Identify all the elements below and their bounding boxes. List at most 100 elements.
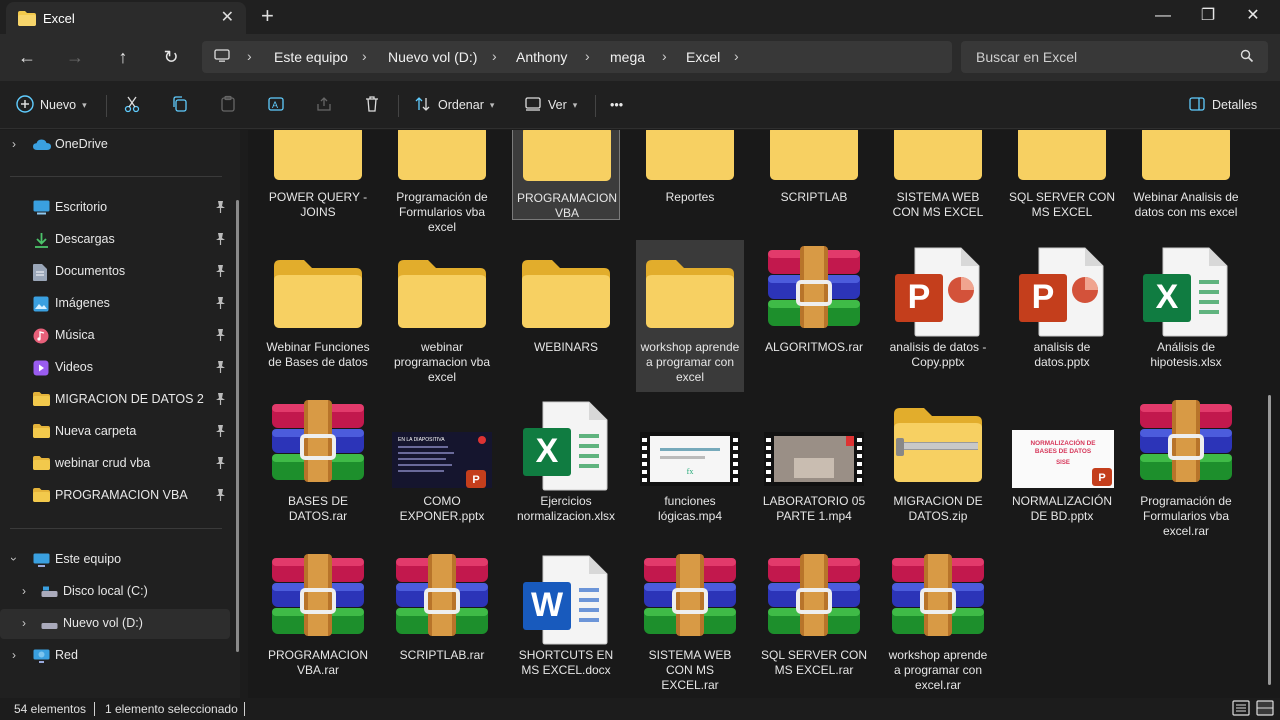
breadcrumb-anthony[interactable]: Anthony <box>516 49 567 65</box>
sidebar-item-este-equipo[interactable]: › Este equipo <box>0 545 230 575</box>
sidebar-item-escritorio[interactable]: Escritorio <box>0 193 230 223</box>
chevron-right-icon[interactable]: › <box>12 648 16 662</box>
file-item[interactable]: SISTEMA WEB CON MS EXCEL <box>884 130 992 220</box>
file-item[interactable]: Webinar Funciones de Bases de datos <box>264 240 372 392</box>
file-name: SHORTCUTS EN MS EXCEL.docx <box>518 648 614 677</box>
file-item[interactable]: BASES DE DATOS.rar <box>264 394 372 546</box>
file-item[interactable]: EN LA DIAPOSITIVA P COMO EXPONER.pptx <box>388 394 496 546</box>
file-item[interactable]: Webinar Analisis de datos con ms excel <box>1132 130 1240 220</box>
new-button[interactable]: Nuevo ▾ <box>16 93 87 117</box>
breadcrumb-separator[interactable]: › <box>734 48 739 64</box>
rename-button[interactable]: A <box>267 93 285 117</box>
up-button[interactable]: ↑ <box>110 44 136 70</box>
file-item[interactable]: Programación de Formularios vba excel <box>388 130 496 234</box>
file-item[interactable]: NORMALIZACIÓN DE BASES DE DATOS SISE P NORM… <box>1008 394 1116 546</box>
chevron-right-icon[interactable]: › <box>22 584 26 598</box>
details-button[interactable]: Detalles <box>1188 93 1257 117</box>
breadcrumb-mega[interactable]: mega <box>610 49 645 65</box>
word-file-icon: W <box>516 554 616 650</box>
sidebar-item-nueva-carpeta[interactable]: Nueva carpeta <box>0 417 230 447</box>
file-item[interactable]: WEBINARS <box>512 240 620 392</box>
sidebar-item-label: Descargas <box>55 232 115 246</box>
file-item[interactable]: X Ejercicios normalizacion.xlsx <box>512 394 620 546</box>
breadcrumb-excel[interactable]: Excel <box>686 49 720 65</box>
file-item[interactable]: ALGORITMOS.rar <box>760 240 868 392</box>
view-button[interactable]: Ver ▾ <box>524 93 577 117</box>
sidebar-item-red[interactable]: › Red <box>0 641 230 671</box>
file-item[interactable]: P analisis de datos - Copy.pptx <box>884 240 992 392</box>
rar-archive-icon <box>764 244 864 340</box>
close-window-button[interactable]: ✕ <box>1230 4 1276 28</box>
delete-button[interactable] <box>363 93 381 117</box>
sidebar-item-onedrive[interactable]: › OneDrive <box>0 130 230 160</box>
close-tab-icon[interactable]: ✕ <box>221 7 234 27</box>
video-icon <box>33 360 49 379</box>
back-button[interactable]: ← <box>14 44 40 70</box>
file-item[interactable]: webinar programacion vba excel <box>388 240 496 392</box>
file-item[interactable]: Programación de Formularios vba excel.ra… <box>1132 394 1240 546</box>
breadcrumb-este-equipo[interactable]: Este equipo <box>274 49 348 65</box>
sort-button[interactable]: Ordenar ▾ <box>414 93 494 117</box>
sidebar-item-música[interactable]: Música <box>0 321 230 351</box>
sidebar-item-migracion-de-datos-2[interactable]: MIGRACION DE DATOS 2 <box>0 385 230 415</box>
new-tab-button[interactable]: + <box>261 4 274 28</box>
chevron-down-icon[interactable]: › <box>7 557 21 561</box>
search-input[interactable]: Buscar en Excel <box>961 41 1268 73</box>
file-item[interactable]: SISTEMA WEB CON MS EXCEL.rar <box>636 548 744 698</box>
sidebar-scrollbar[interactable] <box>236 200 239 652</box>
file-item[interactable]: SCRIPTLAB <box>760 130 868 220</box>
file-name: LABORATORIO 05 PARTE 1.mp4 <box>762 494 866 523</box>
large-icons-view-icon[interactable] <box>1256 700 1274 719</box>
pin-icon <box>215 425 226 440</box>
file-item[interactable]: X Análisis de hipotesis.xlsx <box>1132 240 1240 392</box>
file-item[interactable]: SQL SERVER CON MS EXCEL.rar <box>760 548 868 698</box>
chevron-right-icon[interactable]: › <box>22 616 26 630</box>
sidebar-item-programacion-vba[interactable]: PROGRAMACION VBA <box>0 481 230 511</box>
sidebar-item-videos[interactable]: Videos <box>0 353 230 383</box>
file-view-scrollbar[interactable] <box>1268 395 1271 685</box>
breadcrumb-separator: › <box>247 48 252 64</box>
file-item[interactable]: workshop aprende a programar con excel <box>636 240 744 392</box>
file-item[interactable]: PROGRAMACION VBA.rar <box>264 548 372 698</box>
file-item[interactable]: MIGRACION DE DATOS.zip <box>884 394 992 546</box>
sidebar-item-documentos[interactable]: Documentos <box>0 257 230 287</box>
paste-button[interactable] <box>219 93 237 117</box>
svg-text:X: X <box>536 432 559 470</box>
maximize-button[interactable]: ❐ <box>1185 4 1231 28</box>
breadcrumb-separator: › <box>362 48 367 64</box>
chevron-right-icon[interactable]: › <box>12 137 16 151</box>
details-view-icon[interactable] <box>1232 700 1250 719</box>
file-item[interactable]: P analisis de datos.pptx <box>1008 240 1116 392</box>
address-bar[interactable]: › Este equipo › Nuevo vol (D:) › Anthony… <box>202 41 952 73</box>
pin-icon <box>215 489 226 504</box>
file-item[interactable]: fx funciones lógicas.mp4 <box>636 394 744 546</box>
cut-button[interactable] <box>123 93 141 117</box>
sidebar-item-descargas[interactable]: Descargas <box>0 225 230 255</box>
refresh-button[interactable]: ↻ <box>158 44 184 70</box>
download-icon <box>33 232 50 251</box>
file-item[interactable]: Reportes <box>636 130 744 220</box>
sidebar-item-disco-local[interactable]: › Disco local (C:) <box>0 577 230 607</box>
tab-excel[interactable]: Excel ✕ <box>6 2 246 34</box>
forward-button[interactable]: → <box>62 44 88 70</box>
more-options-button[interactable]: ••• <box>610 93 623 117</box>
file-item[interactable]: LABORATORIO 05 PARTE 1.mp4 <box>760 394 868 546</box>
file-item[interactable]: workshop aprende a programar con excel.r… <box>884 548 992 698</box>
file-item[interactable]: POWER QUERY - JOINS <box>264 130 372 220</box>
svg-text:EN LA DIAPOSITIVA: EN LA DIAPOSITIVA <box>398 437 445 443</box>
file-item[interactable]: PROGRAMACION VBA <box>512 130 620 220</box>
file-item[interactable]: W SHORTCUTS EN MS EXCEL.docx <box>512 548 620 698</box>
share-button[interactable] <box>315 93 333 117</box>
file-name: analisis de datos.pptx <box>1033 340 1091 369</box>
copy-button[interactable] <box>171 93 189 117</box>
sidebar-item-nuevo-vol[interactable]: › Nuevo vol (D:) <box>0 609 230 639</box>
sidebar-item-webinar-crud-vba[interactable]: webinar crud vba <box>0 449 230 479</box>
breadcrumb-nuevo-vol[interactable]: Nuevo vol (D:) <box>388 49 477 65</box>
pin-icon <box>215 361 226 376</box>
network-icon <box>33 649 50 667</box>
minimize-button[interactable]: — <box>1140 4 1186 28</box>
file-item[interactable]: SQL SERVER CON MS EXCEL <box>1008 130 1116 220</box>
computer-icon <box>33 553 50 571</box>
file-item[interactable]: SCRIPTLAB.rar <box>388 548 496 698</box>
sidebar-item-imágenes[interactable]: Imágenes <box>0 289 230 319</box>
